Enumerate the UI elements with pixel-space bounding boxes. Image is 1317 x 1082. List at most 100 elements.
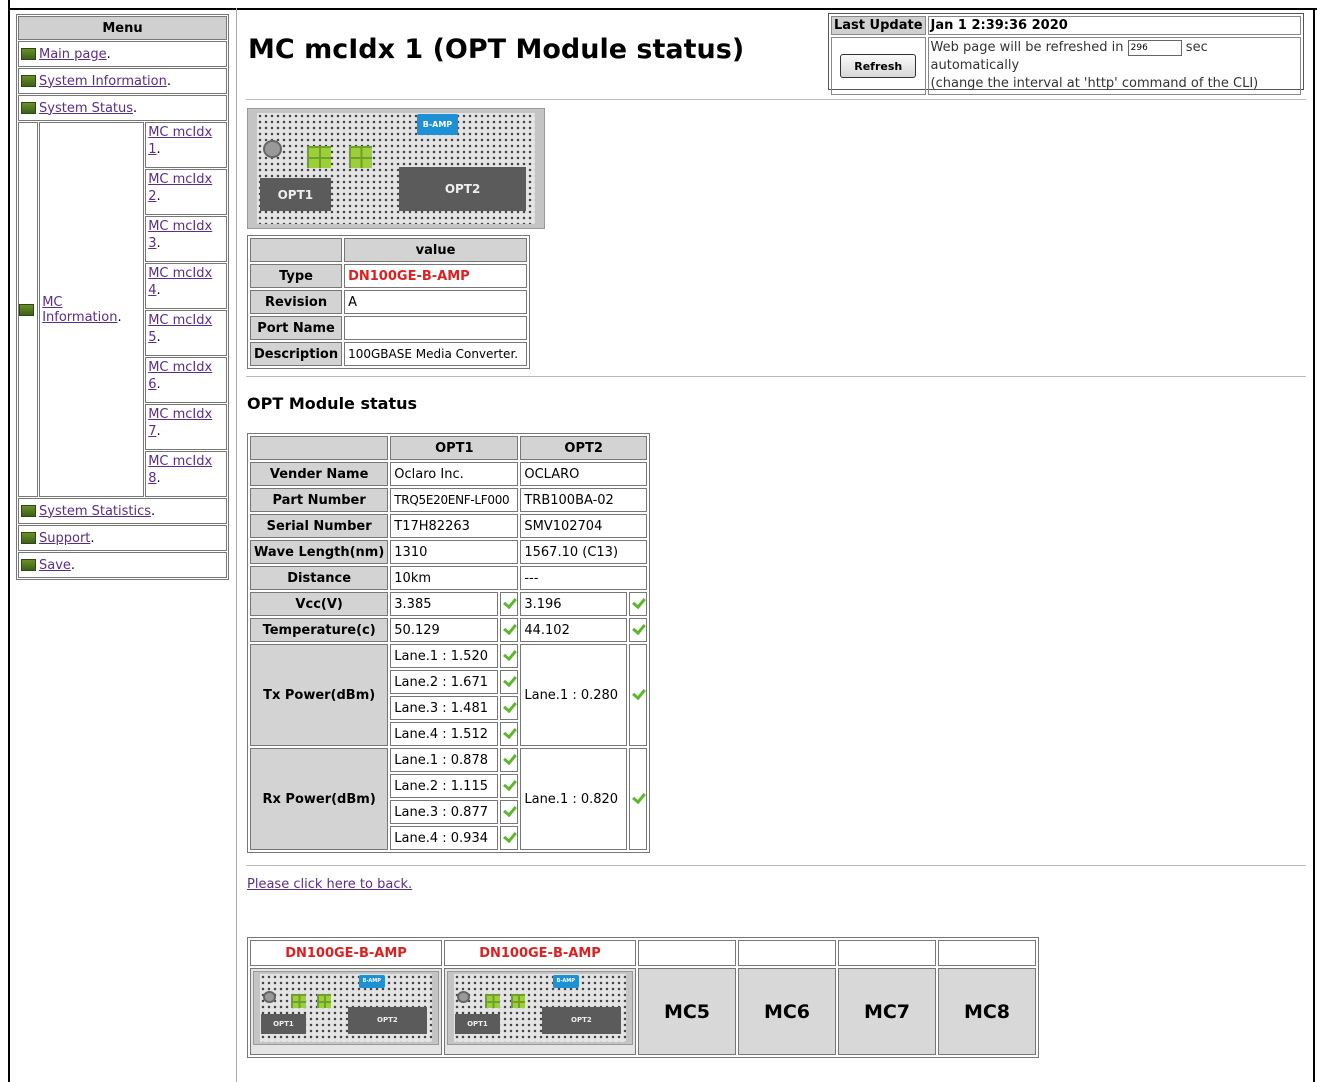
divider	[246, 99, 1306, 100]
opt2-port: OPT2	[347, 1007, 427, 1034]
menu-item-mc-mcidx-4: MC mcIdx 4.	[145, 263, 227, 309]
folder-icon	[21, 559, 36, 571]
menu-item-system-status: System Status.	[18, 95, 227, 121]
ok-check-icon	[503, 622, 515, 634]
back-link[interactable]: Please click here to back.	[247, 877, 412, 892]
mc-slot-5: MC5	[638, 968, 736, 1055]
ok-check-icon	[503, 804, 515, 816]
table-row: Vender Name Oclaro Inc. OCLARO	[250, 462, 647, 486]
last-update-label: Last Update	[831, 16, 926, 35]
menu-item-mc-mcidx-2: MC mcIdx 2.	[145, 169, 227, 215]
ok-check-icon	[632, 687, 644, 699]
opt1-header: OPT1	[390, 436, 519, 460]
status-led-icon	[307, 145, 331, 169]
ok-check-icon	[503, 752, 515, 764]
status-led-icon	[316, 994, 332, 1008]
refresh-button[interactable]: Refresh	[840, 54, 917, 78]
refresh-cell: Refresh	[831, 37, 926, 95]
menu-item-mc-mcidx-3: MC mcIdx 3.	[145, 216, 227, 262]
folder-icon	[21, 75, 36, 87]
ok-check-icon	[503, 700, 515, 712]
opt1-port: OPT1	[455, 1013, 500, 1034]
table-row: Type DN100GE-B-AMP	[250, 264, 527, 288]
support-link[interactable]: Support	[39, 531, 90, 546]
table-row: Distance 10km ---	[250, 566, 647, 590]
mc-slot-8: MC8	[938, 968, 1036, 1055]
mc-slot-1-device-image: B-AMP OPT1 OPT2	[253, 971, 439, 1045]
frame-left-border	[8, 0, 10, 1082]
menu-item-main-page: Main page.	[18, 41, 227, 67]
menu-item-mc-mcidx-6: MC mcIdx 6.	[145, 357, 227, 403]
mc-slot-bar: DN100GE-B-AMP DN100GE-B-AMP B-AMP OPT1 O…	[247, 937, 1039, 1058]
table-row: Port Name	[250, 316, 527, 340]
info-table-value-header: value	[344, 238, 527, 262]
table-row: Vcc(V) 3.385 3.196	[250, 592, 647, 616]
table-row: Temperature(c) 50.129 44.102	[250, 618, 647, 642]
folder-icon	[21, 505, 36, 517]
mc-slot-7-header	[838, 940, 936, 966]
opt2-port: OPT2	[398, 167, 527, 212]
menu-title: Menu	[18, 16, 227, 40]
table-row: Wave Length(nm) 1310 1567.10 (C13)	[250, 540, 647, 564]
mc-slot-2-label: DN100GE-B-AMP	[444, 940, 636, 966]
system-status-link[interactable]: System Status	[39, 101, 133, 116]
menu-item-mc-mcidx-8: MC mcIdx 8.	[145, 451, 227, 497]
opt-table-corner	[250, 436, 389, 460]
refresh-info: Web page will be refreshed in sec automa…	[927, 37, 1301, 95]
mc-slot-1[interactable]: B-AMP OPT1 OPT2	[250, 968, 442, 1055]
folder-icon	[21, 102, 36, 114]
folder-icon	[21, 48, 36, 60]
description-value: 100GBASE Media Converter.	[344, 342, 527, 366]
system-statistics-link[interactable]: System Statistics	[39, 504, 151, 519]
page-title: MC mcIdx 1 (OPT Module status)	[248, 34, 745, 65]
mc-slot-7: MC7	[838, 968, 936, 1055]
opt-status-table: OPT1 OPT2 Vender Name Oclaro Inc. OCLARO…	[247, 433, 650, 853]
ok-check-icon	[632, 596, 644, 608]
ok-check-icon	[503, 726, 515, 738]
menu-item-mc-mcidx-7: MC mcIdx 7.	[145, 404, 227, 450]
main-page-link[interactable]: Main page	[39, 47, 107, 62]
ok-check-icon	[503, 648, 515, 660]
mc-slot-2-device-image: B-AMP OPT1 OPT2	[447, 971, 633, 1045]
refresh-interval-input[interactable]	[1127, 39, 1182, 56]
menu-item-support: Support.	[18, 525, 227, 551]
system-information-link[interactable]: System Information	[39, 74, 167, 89]
type-value: DN100GE-B-AMP	[344, 264, 527, 288]
opt2-header: OPT2	[520, 436, 647, 460]
save-link[interactable]: Save	[39, 558, 71, 573]
table-row: Description 100GBASE Media Converter.	[250, 342, 527, 366]
divider	[246, 376, 1306, 377]
mc-information-icon-cell	[18, 122, 39, 497]
table-row: Tx Power(dBm) Lane.1 : 1.520 Lane.1 : 0.…	[250, 644, 647, 746]
opt2-port: OPT2	[541, 1007, 621, 1034]
table-row: Rx Power(dBm) Lane.1 : 0.878 Lane.1 : 0.…	[250, 748, 647, 850]
b-amp-badge: B-AMP	[552, 974, 579, 988]
mc-slot-1-label: DN100GE-B-AMP	[250, 940, 442, 966]
mc-slot-2[interactable]: B-AMP OPT1 OPT2	[444, 968, 636, 1055]
ok-check-icon	[632, 622, 644, 634]
menu-item-save: Save.	[18, 552, 227, 578]
frame-right-border	[1313, 8, 1315, 1082]
frame-top-border	[8, 8, 1317, 10]
mc-information-link[interactable]: MC Information	[42, 295, 117, 325]
revision-value: A	[344, 290, 527, 314]
status-led-icon	[290, 994, 306, 1008]
mc-slot-6-header	[738, 940, 836, 966]
ok-check-icon	[503, 830, 515, 842]
status-led-icon	[348, 145, 373, 169]
folder-icon	[19, 303, 34, 316]
divider	[246, 865, 1306, 866]
table-row: Part Number TRQ5E20ENF-LF000 TRB100BA-02	[250, 488, 647, 512]
table-row: Revision A	[250, 290, 527, 314]
mc-slot-5-header	[638, 940, 736, 966]
table-row: Serial Number T17H82263 SMV102704	[250, 514, 647, 538]
ok-check-icon	[632, 791, 644, 803]
section-title: OPT Module status	[247, 394, 418, 413]
b-amp-badge: B-AMP	[358, 974, 385, 988]
menu-item-mc-mcidx-1: MC mcIdx 1.	[145, 122, 227, 168]
info-table-corner	[250, 238, 343, 262]
mc-slot-6: MC6	[738, 968, 836, 1055]
menu-item-mc-information: MC Information.	[39, 122, 145, 497]
frame-divider[interactable]	[236, 8, 237, 1082]
power-indicator-icon	[262, 139, 282, 159]
